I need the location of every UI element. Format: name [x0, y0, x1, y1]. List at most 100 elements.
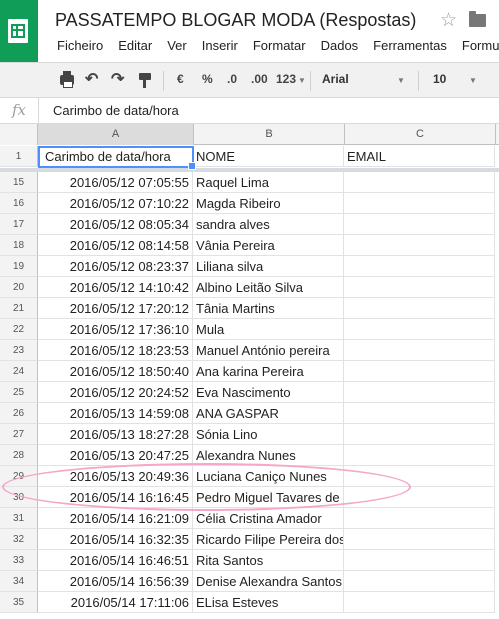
cell-name[interactable]: Sónia Lino	[193, 424, 344, 445]
row-number[interactable]: 16	[0, 193, 38, 214]
cell-timestamp[interactable]: 2016/05/13 20:49:36	[38, 466, 193, 487]
cell-email[interactable]	[344, 214, 495, 235]
row-number[interactable]: 23	[0, 340, 38, 361]
menu-inserir[interactable]: Inserir	[202, 38, 238, 56]
cell-timestamp[interactable]: 2016/05/12 07:10:22	[38, 193, 193, 214]
cell-email[interactable]	[344, 193, 495, 214]
row-number[interactable]: 21	[0, 298, 38, 319]
cell-name[interactable]: Ana karina Pereira	[193, 361, 344, 382]
cell-timestamp[interactable]: 2016/05/13 14:59:08	[38, 403, 193, 424]
redo-icon[interactable]: ↷	[111, 69, 124, 89]
formula-input[interactable]: Carimbo de data/hora	[53, 103, 179, 118]
cell-timestamp[interactable]: 2016/05/13 18:27:28	[38, 424, 193, 445]
cell-name[interactable]: Liliana silva	[193, 256, 344, 277]
cell-timestamp[interactable]: 2016/05/14 16:56:39	[38, 571, 193, 592]
cell-email[interactable]	[344, 550, 495, 571]
cell-name[interactable]: Pedro Miguel Tavares de	[193, 487, 344, 508]
cell-name[interactable]: Albino Leitão Silva	[193, 277, 344, 298]
row-number[interactable]: 35	[0, 592, 38, 613]
column-header-b[interactable]: B	[194, 124, 345, 145]
cell-timestamp[interactable]: 2016/05/14 16:16:45	[38, 487, 193, 508]
cell-email[interactable]	[344, 340, 495, 361]
row-number[interactable]: 24	[0, 361, 38, 382]
row-number[interactable]: 32	[0, 529, 38, 550]
menu-ver[interactable]: Ver	[167, 38, 187, 56]
cell-name[interactable]: Rita Santos	[193, 550, 344, 571]
cell-email[interactable]	[344, 592, 495, 613]
cell-c1[interactable]: EMAIL	[344, 146, 495, 167]
cell-name[interactable]: Magda Ribeiro	[193, 193, 344, 214]
cell-email[interactable]	[344, 403, 495, 424]
cell-email[interactable]	[344, 361, 495, 382]
cell-name[interactable]: Tânia Martins	[193, 298, 344, 319]
row-number[interactable]: 22	[0, 319, 38, 340]
row-number[interactable]: 1	[0, 146, 38, 167]
menu-dados[interactable]: Dados	[321, 38, 359, 56]
percent-button[interactable]: %	[202, 72, 213, 86]
row-number[interactable]: 25	[0, 382, 38, 403]
star-icon[interactable]: ☆	[440, 9, 457, 32]
cell-name[interactable]: Mula	[193, 319, 344, 340]
cell-name[interactable]: Célia Cristina Amador	[193, 508, 344, 529]
row-number[interactable]: 34	[0, 571, 38, 592]
menu-editar[interactable]: Editar	[118, 38, 152, 56]
cell-timestamp[interactable]: 2016/05/12 08:14:58	[38, 235, 193, 256]
row-number[interactable]: 33	[0, 550, 38, 571]
cell-timestamp[interactable]: 2016/05/12 18:23:53	[38, 340, 193, 361]
cell-timestamp[interactable]: 2016/05/12 18:50:40	[38, 361, 193, 382]
currency-button[interactable]: €	[177, 72, 184, 86]
cell-timestamp[interactable]: 2016/05/12 07:05:55	[38, 172, 193, 193]
sheets-logo-icon[interactable]	[0, 0, 38, 62]
print-icon[interactable]	[60, 71, 74, 88]
cell-email[interactable]	[344, 256, 495, 277]
cell-name[interactable]: sandra alves	[193, 214, 344, 235]
cell-timestamp[interactable]: 2016/05/14 17:11:06	[38, 592, 193, 613]
font-select[interactable]: Arial	[322, 72, 404, 86]
font-size-select[interactable]: 10	[433, 72, 473, 86]
increase-decimals-button[interactable]: .00	[251, 72, 268, 86]
cell-timestamp[interactable]: 2016/05/12 14:10:42	[38, 277, 193, 298]
decrease-decimals-button[interactable]: .0	[227, 72, 237, 86]
cell-timestamp[interactable]: 2016/05/14 16:21:09	[38, 508, 193, 529]
cell-name[interactable]: Denise Alexandra Santos	[193, 571, 344, 592]
cell-email[interactable]	[344, 508, 495, 529]
row-number[interactable]: 20	[0, 277, 38, 298]
select-all-corner[interactable]	[0, 124, 38, 145]
row-number[interactable]: 15	[0, 172, 38, 193]
paint-format-icon[interactable]	[139, 73, 151, 88]
row-number[interactable]: 26	[0, 403, 38, 424]
cell-email[interactable]	[344, 298, 495, 319]
cell-email[interactable]	[344, 529, 495, 550]
cell-email[interactable]	[344, 235, 495, 256]
cell-timestamp[interactable]: 2016/05/12 17:20:12	[38, 298, 193, 319]
cell-email[interactable]	[344, 487, 495, 508]
menu-ficheiro[interactable]: Ficheiro	[57, 38, 103, 56]
cell-name[interactable]: Luciana Caniço Nunes	[193, 466, 344, 487]
cell-email[interactable]	[344, 319, 495, 340]
cell-timestamp[interactable]: 2016/05/12 17:36:10	[38, 319, 193, 340]
font-chevron-down-icon[interactable]: ▼	[397, 76, 405, 85]
cell-name[interactable]: Ricardo Filipe Pereira dos	[193, 529, 344, 550]
cell-b1[interactable]: NOME	[193, 146, 344, 167]
row-number[interactable]: 29	[0, 466, 38, 487]
cell-timestamp[interactable]: 2016/05/14 16:46:51	[38, 550, 193, 571]
font-size-chevron-down-icon[interactable]: ▼	[469, 76, 477, 85]
cell-name[interactable]: ANA GASPAR	[193, 403, 344, 424]
row-number[interactable]: 27	[0, 424, 38, 445]
cell-email[interactable]	[344, 424, 495, 445]
row-number[interactable]: 28	[0, 445, 38, 466]
cell-name[interactable]: Eva Nascimento	[193, 382, 344, 403]
cell-name[interactable]: Vânia Pereira	[193, 235, 344, 256]
cell-timestamp[interactable]: 2016/05/12 08:23:37	[38, 256, 193, 277]
menu-formulario[interactable]: Formu	[462, 38, 499, 56]
row-number[interactable]: 18	[0, 235, 38, 256]
document-title[interactable]: PASSATEMPO BLOGAR MODA (Respostas)	[55, 10, 416, 31]
cell-timestamp[interactable]: 2016/05/12 08:05:34	[38, 214, 193, 235]
row-number[interactable]: 30	[0, 487, 38, 508]
cell-email[interactable]	[344, 445, 495, 466]
cell-email[interactable]	[344, 382, 495, 403]
cell-name[interactable]: Manuel António pereira	[193, 340, 344, 361]
cell-timestamp[interactable]: 2016/05/13 20:47:25	[38, 445, 193, 466]
column-header-a[interactable]: A	[38, 124, 194, 145]
cell-email[interactable]	[344, 466, 495, 487]
